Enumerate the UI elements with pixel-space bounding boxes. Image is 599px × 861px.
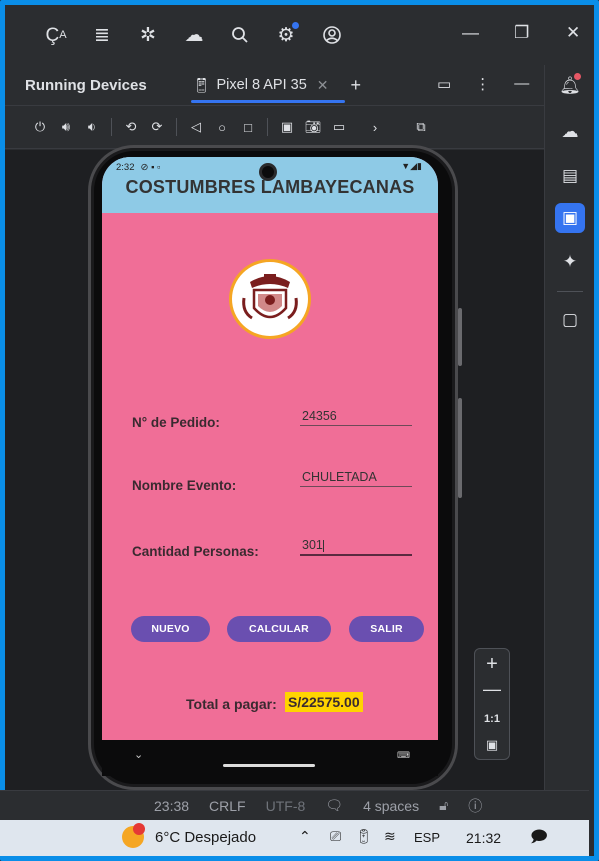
windows-taskbar: 6°C Despejado ⌃ ⎚ 🔋︎ ≋ ESP 21:32 🗩 — [0, 820, 589, 856]
settings-icon[interactable]: ⚙ — [273, 22, 299, 48]
device-manager-icon[interactable]: ▤ — [555, 161, 585, 191]
language-indicator[interactable]: ESP — [414, 830, 440, 845]
weather-icon[interactable] — [122, 823, 145, 848]
close-tab-icon[interactable]: ✕ — [317, 77, 329, 94]
window-icon[interactable]: ▭ — [437, 75, 451, 93]
home-icon[interactable]: ○ — [209, 120, 235, 135]
phone-nav-bar: ⌄ ⌨ — [102, 740, 438, 776]
rotate-right-icon[interactable]: ⟳ — [144, 119, 170, 135]
home-gesture-bar[interactable] — [223, 764, 315, 767]
pedido-input[interactable]: 24356 — [300, 409, 412, 426]
personas-input[interactable]: 301 — [300, 538, 412, 556]
line-ending[interactable]: CRLF — [209, 798, 246, 814]
total-label: Total a pagar: — [186, 696, 277, 712]
tab-device-label: Pixel 8 API 35 — [216, 77, 307, 93]
comment-icon[interactable]: 🗨︎ — [325, 797, 343, 814]
zoom-controls: + — 1:1 ▣ — [474, 648, 510, 760]
calcular-button[interactable]: CALCULAR — [227, 616, 331, 642]
tab-device[interactable]: 📱︎ Pixel 8 API 35 ✕ — [187, 65, 345, 105]
gemini-icon[interactable]: ☁ — [181, 22, 207, 48]
nuevo-button[interactable]: NUEVO — [131, 616, 210, 642]
salir-button[interactable]: SALIR — [349, 616, 424, 642]
restore-icon[interactable]: ❐ — [514, 23, 529, 43]
chevron-down-icon[interactable]: ⌄ — [134, 748, 143, 761]
overview-icon[interactable]: □ — [235, 120, 261, 135]
device-icon: 📱︎ — [192, 76, 211, 93]
evento-input[interactable]: CHULETADA — [300, 470, 412, 487]
taskbar-clock[interactable]: 21:32 — [466, 830, 501, 846]
add-tab-icon[interactable]: + — [351, 75, 362, 96]
phone-screen: 2:32 ⊘ ▪ ▫ ▼◢▮ COSTUMBRES LAMBAYECANAS N… — [102, 157, 438, 740]
right-sidebar: 🔔︎ ☁ ▤ ▣ ✦ ▢ — [544, 65, 594, 795]
personas-label: Cantidad Personas: — [132, 544, 259, 559]
device-explorer-icon[interactable]: ▢ — [555, 305, 585, 335]
meet-icon[interactable]: ⎚ — [330, 828, 341, 845]
lock-icon[interactable]: 🔓︎ — [439, 797, 448, 814]
zoom-reset-button[interactable]: 1:1 — [475, 713, 509, 725]
screenshot-icon[interactable]: 📷︎ — [300, 119, 326, 135]
coat-of-arms-logo — [229, 259, 311, 339]
evento-label: Nombre Evento: — [132, 478, 237, 493]
keyboard-icon[interactable]: ⌨ — [397, 750, 410, 761]
rotate-left-icon[interactable]: ⟲ — [118, 119, 144, 135]
notifications-icon[interactable]: 🔔︎ — [555, 71, 585, 101]
battery-icon[interactable]: 🔋︎ — [355, 828, 373, 845]
volume-down-icon[interactable]: 🔉︎ — [79, 119, 105, 135]
close-icon[interactable]: ✕ — [566, 23, 580, 43]
file-encoding[interactable]: UTF-8 — [266, 798, 306, 814]
caret-position[interactable]: 23:38 — [154, 798, 189, 814]
zoom-in-icon[interactable]: + — [475, 653, 509, 676]
pedido-label: N° de Pedido: — [132, 415, 220, 430]
status-time: 2:32 — [116, 161, 135, 173]
panel-title: Running Devices — [25, 76, 147, 94]
problems-icon[interactable]: ⓘ — [468, 796, 482, 816]
device-controls: ⏻ 🔊︎ 🔉︎ ⟲ ⟳ ◁ ○ □ ▣ 📷︎ ▭ › ⧉ — [5, 105, 545, 149]
wifi-icon[interactable]: ≋ — [384, 828, 396, 845]
top-toolbar: ÇA ≣ ✲ ☁ ⚙ — ❐ ✕ — [5, 5, 594, 65]
format-icon[interactable]: ≣ — [89, 22, 115, 48]
total-value: S/22575.00 — [285, 692, 363, 712]
ide-status-bar: 23:38 CRLF UTF-8 🗨︎ 4 spaces 🔓︎ ⓘ — [0, 790, 589, 820]
minimize-icon[interactable]: — — [462, 23, 479, 43]
signal-battery-icon: ▼◢▮ — [401, 161, 422, 171]
expand-icon[interactable]: › — [362, 120, 388, 135]
chevron-up-icon[interactable]: ⌃ — [299, 828, 311, 845]
front-camera — [259, 163, 277, 181]
device-mirror-icon[interactable]: ⧉ — [408, 119, 434, 135]
volume-up-icon[interactable]: 🔊︎ — [53, 119, 79, 135]
indent-setting[interactable]: 4 spaces — [363, 798, 419, 814]
notifications-center-icon[interactable]: 🗩 — [530, 826, 548, 853]
running-devices-icon[interactable]: ▣ — [555, 203, 585, 233]
fit-screen-icon[interactable]: ▣ — [475, 737, 509, 753]
account-icon[interactable] — [319, 22, 345, 48]
debug-icon[interactable]: ✲ — [135, 22, 161, 48]
power-icon[interactable]: ⏻ — [27, 119, 53, 135]
weather-text[interactable]: 6°C Despejado — [155, 829, 256, 846]
status-icons: ⊘ ▪ ▫ — [140, 161, 161, 173]
search-icon[interactable] — [227, 22, 253, 48]
gemini-side-icon[interactable]: ☁ — [555, 117, 585, 147]
zoom-out-icon[interactable]: — — [475, 679, 509, 700]
device-settings-icon[interactable]: ▣ — [274, 119, 300, 135]
more-options-icon[interactable]: ⋮ — [475, 75, 490, 93]
translate-icon[interactable]: ÇA — [43, 22, 69, 48]
back-icon[interactable]: ◁ — [183, 119, 209, 135]
hide-panel-icon[interactable]: — — [514, 75, 529, 93]
sparkle-icon[interactable]: ✦ — [555, 247, 585, 277]
record-icon[interactable]: ▭ — [326, 119, 352, 135]
